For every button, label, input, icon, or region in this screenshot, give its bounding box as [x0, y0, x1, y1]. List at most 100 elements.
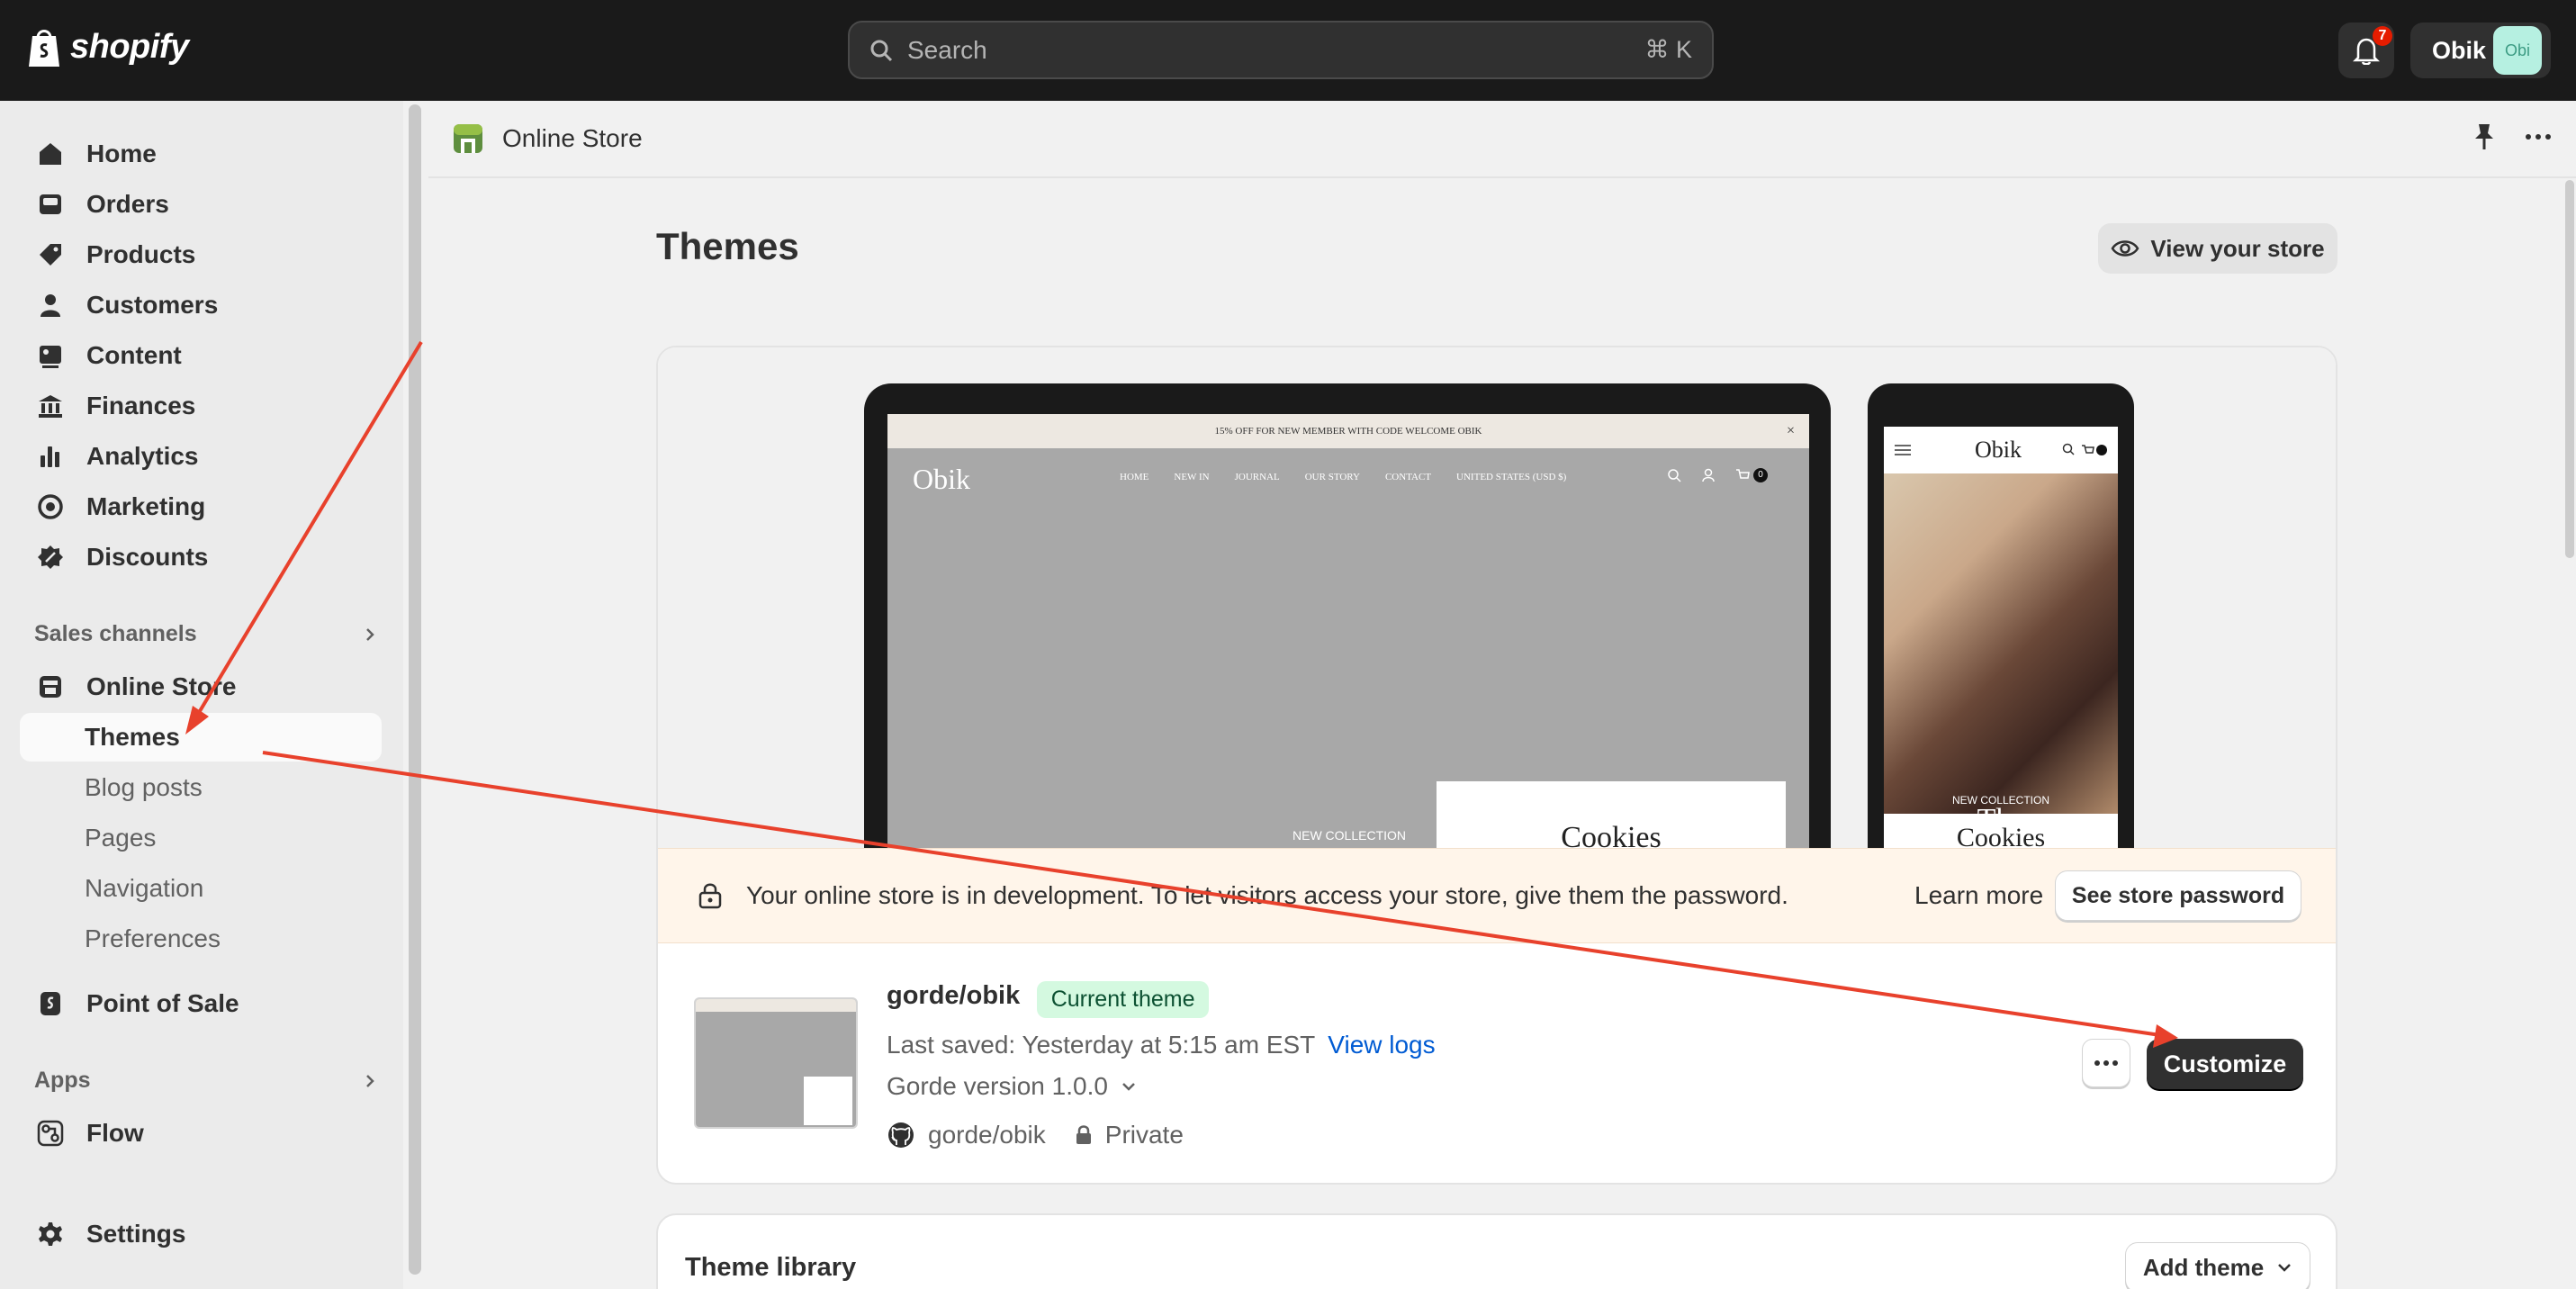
discount-icon	[34, 541, 67, 573]
home-icon	[34, 138, 67, 170]
sidebar-item-navigation[interactable]: Navigation	[20, 864, 382, 913]
orders-icon	[34, 188, 67, 221]
person-icon	[34, 289, 67, 321]
main-scrollbar[interactable]	[2565, 180, 2574, 558]
site-search-icon	[1667, 468, 1681, 482]
flow-icon	[34, 1117, 67, 1149]
search-shortcut: ⌘ K	[1644, 36, 1692, 63]
account-menu[interactable]: Obik Obi	[2410, 23, 2551, 78]
cart-count: 0	[1753, 468, 1768, 482]
hamburger-icon	[1895, 444, 1911, 456]
site-nav-link: JOURNAL	[1234, 472, 1280, 482]
site-logo: Obik	[913, 463, 970, 495]
add-theme-button[interactable]: Add theme	[2125, 1242, 2310, 1289]
sidebar-item-discounts[interactable]: Discounts	[20, 533, 382, 581]
sidebar-item-point-of-sale[interactable]: Point of Sale	[20, 979, 382, 1028]
site-cart-icon: 0	[1735, 468, 1768, 482]
top-bar: shopify Search ⌘ K 7 Obik Obi	[0, 0, 2576, 101]
sidebar-item-label: Products	[86, 240, 196, 268]
chevron-right-icon	[364, 1073, 376, 1089]
apps-header[interactable]: Apps	[34, 1068, 376, 1094]
sidebar-item-label: Content	[86, 341, 182, 369]
sidebar-item-themes[interactable]: Themes	[20, 713, 382, 762]
customize-button[interactable]: Customize	[2147, 1039, 2303, 1089]
sidebar-item-label: Home	[86, 140, 157, 167]
eye-icon	[2111, 238, 2139, 259]
sidebar-item-home[interactable]: Home	[20, 130, 382, 178]
theme-name: gorde/obik	[887, 981, 1021, 1010]
desktop-preview: 15% OFF FOR NEW MEMBER WITH CODE WELCOME…	[864, 383, 1831, 888]
hero-image	[1884, 473, 2118, 814]
sidebar-item-label: Marketing	[86, 492, 206, 520]
current-theme-badge: Current theme	[1036, 981, 1210, 1019]
close-icon: ×	[1786, 423, 1795, 438]
github-icon	[887, 1121, 915, 1149]
chevron-down-icon	[1121, 1081, 1137, 1092]
main-header: Online Store	[428, 101, 2576, 178]
repo-text: gorde/obik	[928, 1121, 1046, 1149]
tag-icon	[34, 239, 67, 271]
more-actions-icon[interactable]	[2524, 122, 2553, 151]
sidebar-item-finances[interactable]: Finances	[20, 382, 382, 430]
search-bar[interactable]: Search ⌘ K	[848, 21, 1714, 79]
search-icon	[869, 39, 893, 62]
account-name: Obik	[2432, 36, 2487, 64]
lock-icon	[698, 881, 723, 910]
sidebar-item-label: Finances	[86, 392, 196, 419]
sidebar-item-products[interactable]: Products	[20, 230, 382, 279]
bank-icon	[34, 390, 67, 422]
site-nav-link: OUR STORY	[1304, 472, 1360, 482]
sidebar-item-marketing[interactable]: Marketing	[20, 482, 382, 531]
site-nav-link: UNITED STATES (USD $)	[1456, 472, 1567, 482]
view-logs-link[interactable]: View logs	[1328, 1031, 1435, 1059]
sidebar-item-label: Preferences	[85, 924, 221, 952]
sidebar-item-flow[interactable]: Flow	[20, 1109, 382, 1158]
learn-more-link[interactable]: Learn more	[1914, 881, 2043, 910]
sales-channels-header[interactable]: Sales channels	[34, 621, 376, 647]
sidebar-item-label: Online Store	[86, 672, 237, 700]
page-title: Themes	[656, 225, 799, 267]
bar-chart-icon	[34, 440, 67, 473]
chevron-right-icon	[364, 626, 376, 643]
announcement-bar: 15% OFF FOR NEW MEMBER WITH CODE WELCOME…	[887, 414, 1809, 448]
shopify-bag-icon	[25, 25, 63, 68]
sidebar-item-label: Discounts	[86, 543, 209, 571]
view-store-button[interactable]: View your store	[2098, 223, 2337, 274]
site-nav-link: CONTACT	[1384, 472, 1432, 482]
sidebar-item-customers[interactable]: Customers	[20, 281, 382, 329]
theme-preview[interactable]: 15% OFF FOR NEW MEMBER WITH CODE WELCOME…	[658, 347, 2336, 888]
sidebar-item-label: Settings	[86, 1220, 186, 1248]
shopify-logo[interactable]: shopify	[25, 25, 189, 68]
sidebar-item-orders[interactable]: Orders	[20, 180, 382, 229]
pos-icon	[34, 987, 67, 1020]
site-nav-link: HOME	[1120, 472, 1149, 482]
logo-text: shopify	[70, 27, 189, 66]
version-dropdown[interactable]: Gorde version 1.0.0	[887, 1072, 1436, 1101]
mobile-site-logo: Obik	[1975, 437, 2022, 463]
lock-icon	[1075, 1124, 1093, 1146]
sidebar-item-blog-posts[interactable]: Blog posts	[20, 763, 382, 812]
sidebar-item-preferences[interactable]: Preferences	[20, 915, 382, 963]
see-store-password-button[interactable]: See store password	[2055, 870, 2301, 921]
current-theme-card: 15% OFF FOR NEW MEMBER WITH CODE WELCOME…	[656, 346, 2337, 1185]
apps-label: Apps	[34, 1068, 91, 1093]
sidebar-item-label: Analytics	[86, 442, 199, 470]
sidebar-item-online-store[interactable]: Online Store	[20, 663, 382, 711]
sidebar-item-label: Point of Sale	[86, 989, 239, 1017]
sidebar: Home Orders Products Customers Content F…	[0, 101, 403, 1289]
notification-count-badge: 7	[2373, 26, 2392, 46]
sidebar-item-content[interactable]: Content	[20, 331, 382, 380]
version-text: Gorde version 1.0.0	[887, 1072, 1108, 1101]
notifications-button[interactable]: 7	[2338, 23, 2394, 78]
sidebar-scrollbar[interactable]	[409, 104, 421, 1275]
sidebar-item-label: Navigation	[85, 874, 204, 902]
sidebar-item-analytics[interactable]: Analytics	[20, 432, 382, 481]
theme-info: gorde/obik Current theme Last saved: Yes…	[887, 981, 1436, 1149]
site-account-icon	[1701, 468, 1716, 482]
sidebar-item-settings[interactable]: Settings	[20, 1210, 382, 1258]
theme-thumbnail[interactable]	[694, 997, 858, 1129]
theme-actions-button[interactable]	[2082, 1039, 2130, 1087]
banner-text: Your online store is in development. To …	[746, 881, 1788, 909]
sidebar-item-pages[interactable]: Pages	[20, 814, 382, 862]
pin-icon[interactable]	[2472, 122, 2497, 151]
